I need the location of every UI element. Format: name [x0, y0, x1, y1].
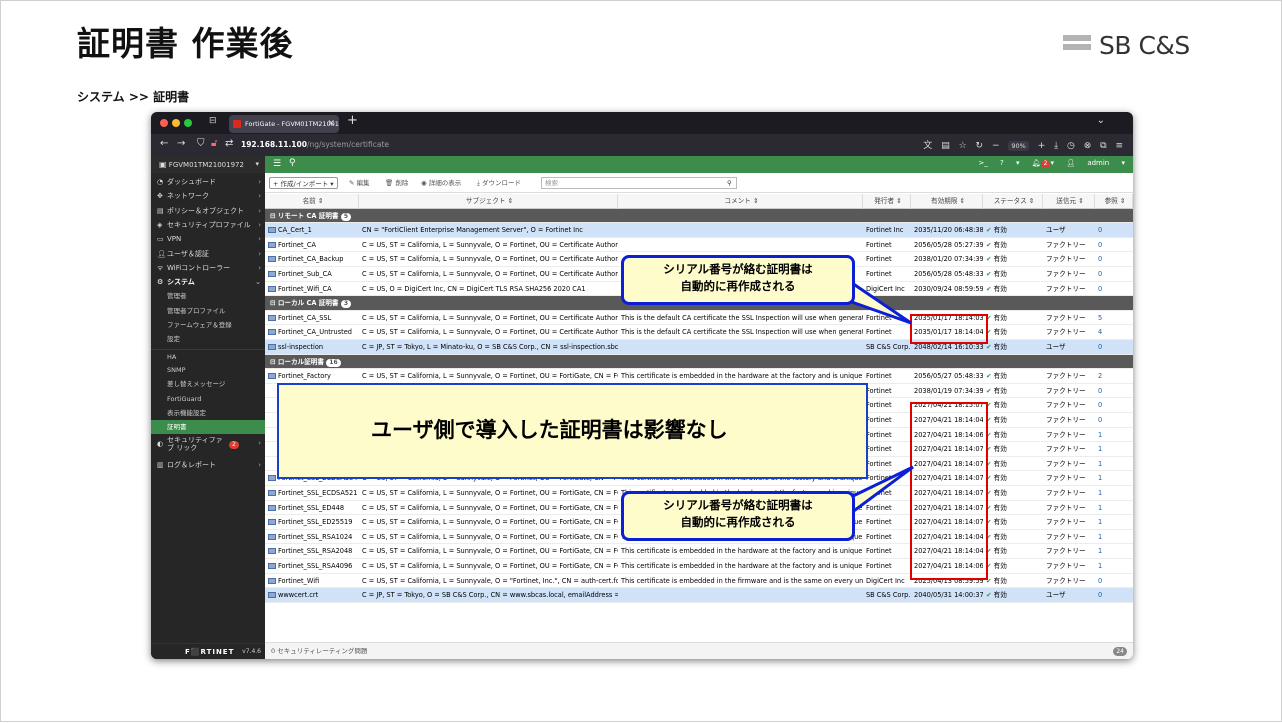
slide: 証明書 作業後 SB C&S システム >> 証明書 ⊟ FortiGate -… [0, 0, 1282, 722]
serial-callout-top: シリアル番号が絡む証明書は 自動的に再作成される [621, 255, 855, 305]
callout-pointers [847, 278, 914, 516]
serial-callout-bottom: シリアル番号が絡む証明書は 自動的に再作成される [621, 491, 855, 541]
